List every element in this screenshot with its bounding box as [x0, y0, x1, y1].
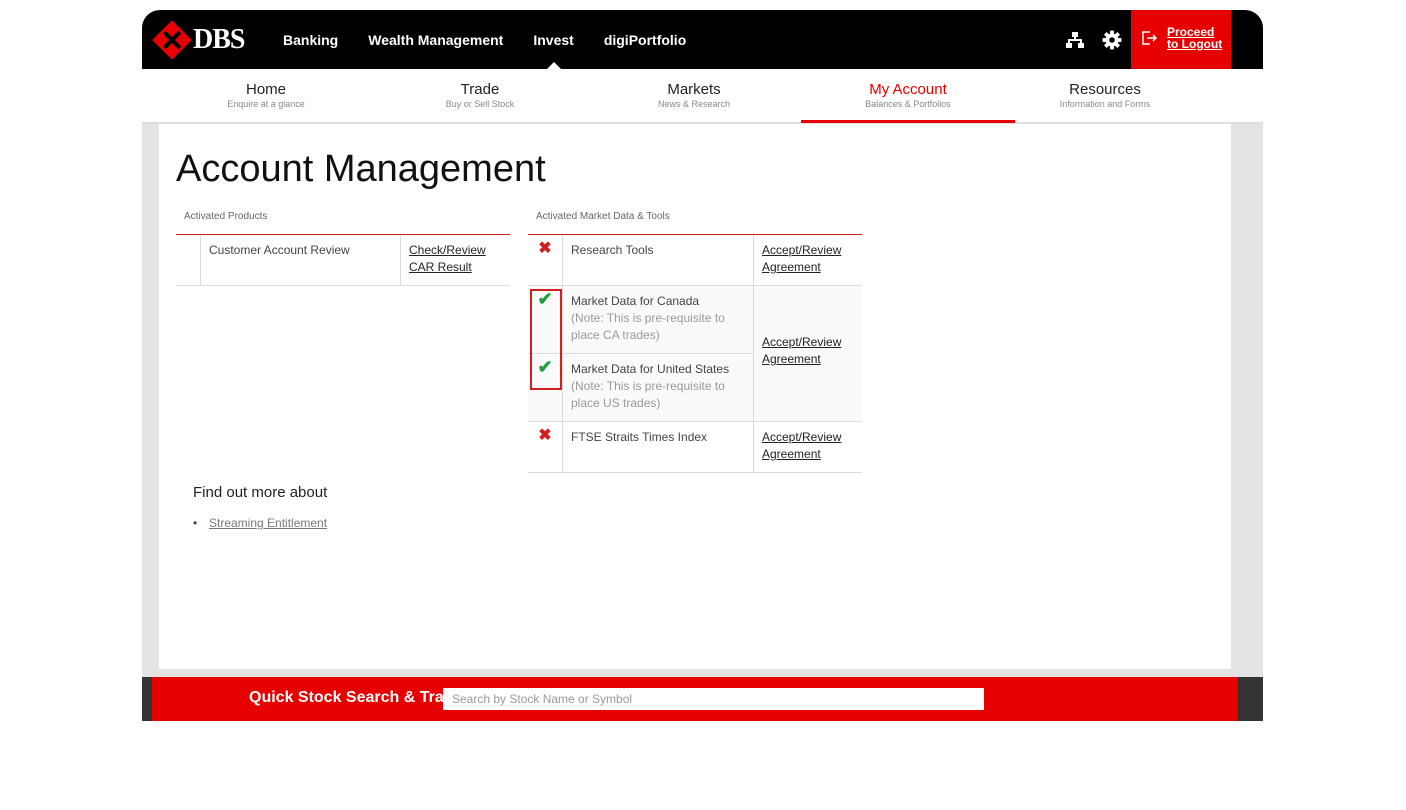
top-bar: DBS Banking Wealth Management Invest dig… [142, 10, 1263, 69]
gear-icon[interactable] [1101, 29, 1123, 51]
highlight-box [530, 289, 562, 390]
market-name: Research Tools [562, 235, 753, 285]
tab-my-account-title: My Account [869, 81, 947, 98]
tab-my-account-sub: Balances & Portfolios [865, 99, 951, 109]
action-cell: Accept/Review Agreement [753, 422, 862, 472]
market-note: (Note: This is pre-requisite to place US… [571, 379, 725, 410]
activated-products-table: Customer Account Review Check/Review CAR… [176, 234, 510, 286]
table-row-group: ✔ Market Data for Canada (Note: This is … [528, 286, 862, 422]
tab-markets-title: Markets [667, 81, 721, 98]
tab-resources[interactable]: Resources Information and Forms [1015, 69, 1195, 123]
table-row: ✖ FTSE Straits Times Index Accept/Review… [528, 422, 862, 473]
top-nav: Banking Wealth Management Invest digiPor… [283, 10, 716, 69]
quick-search-bar: Quick Stock Search & Trade [152, 677, 1238, 721]
status-cell: ✖ [528, 422, 562, 472]
tab-markets-sub: News & Research [657, 99, 731, 109]
market-data-table: ✖ Research Tools Accept/Review Agreement… [528, 234, 862, 473]
main-content: Account Management Activated Products Cu… [159, 124, 1231, 669]
logout-icon [1142, 31, 1157, 45]
market-name: Market Data for Canada [571, 294, 700, 308]
tab-resources-title: Resources [1069, 81, 1141, 98]
status-cell: ✖ [528, 235, 562, 285]
nav-invest[interactable]: Invest [533, 10, 574, 69]
product-action-cell: Check/Review CAR Result [400, 235, 510, 285]
find-out-list-item: • Streaming Entitlement [193, 516, 327, 530]
streaming-entitlement-link[interactable]: Streaming Entitlement [209, 516, 327, 530]
logo-text: DBS [193, 24, 245, 55]
dbs-logo[interactable]: DBS [152, 20, 245, 60]
logout-label: Proceed to Logout [1167, 25, 1223, 51]
sitemap-icon[interactable] [1064, 29, 1086, 51]
nav-wealth-management[interactable]: Wealth Management [368, 10, 503, 69]
tab-trade-title: Trade [460, 81, 500, 98]
nav-banking[interactable]: Banking [283, 10, 338, 69]
table-row: Customer Account Review Check/Review CAR… [176, 235, 510, 286]
bullet-icon: • [193, 516, 198, 530]
tab-trade[interactable]: Trade Buy or Sell Stock [373, 69, 587, 123]
market-name: Market Data for United States [571, 362, 730, 376]
check-review-car-link[interactable]: Check/Review CAR Result [409, 243, 486, 274]
accept-review-agreement-link[interactable]: Accept/Review Agreement [762, 430, 841, 461]
action-cell: Accept/Review Agreement [753, 286, 862, 421]
accept-review-agreement-link[interactable]: Accept/Review Agreement [762, 335, 841, 366]
tab-my-account[interactable]: My Account Balances & Portfolios [801, 69, 1015, 123]
tab-home-title: Home [245, 81, 286, 98]
x-icon: ✖ [538, 240, 552, 257]
x-icon: ✖ [538, 427, 552, 444]
stock-search-input[interactable] [443, 688, 984, 710]
logout-button[interactable]: Proceed to Logout [1131, 10, 1231, 69]
action-cell: Accept/Review Agreement [753, 235, 862, 285]
tab-trade-sub: Buy or Sell Stock [445, 99, 515, 109]
market-name: FTSE Straits Times Index [562, 422, 753, 472]
activated-products-label: Activated Products [184, 211, 268, 222]
tab-markets[interactable]: Markets News & Research [587, 69, 801, 123]
market-name-cell: Market Data for United States (Note: Thi… [562, 354, 753, 422]
accept-review-agreement-link[interactable]: Accept/Review Agreement [762, 243, 841, 274]
tab-home-sub: Enquire at a glance [227, 99, 305, 109]
dbs-logo-mark [152, 20, 192, 60]
secondary-nav: Home Enquire at a glance Trade Buy or Se… [142, 69, 1263, 123]
browser-frame: DBS Banking Wealth Management Invest dig… [142, 10, 1263, 721]
product-name: Customer Account Review [200, 235, 400, 285]
market-data-label: Activated Market Data & Tools [536, 211, 670, 222]
quick-search-title: Quick Stock Search & Trade [249, 689, 463, 706]
market-note: (Note: This is pre-requisite to place CA… [571, 311, 725, 342]
market-name-cell: Market Data for Canada (Note: This is pr… [562, 286, 753, 353]
tab-resources-sub: Information and Forms [1059, 99, 1151, 109]
find-out-title: Find out more about [193, 484, 328, 501]
tab-home[interactable]: Home Enquire at a glance [159, 69, 373, 123]
quick-search-bar-wrapper: Quick Stock Search & Trade [142, 677, 1263, 721]
page-title: Account Management [176, 148, 546, 190]
table-row: ✖ Research Tools Accept/Review Agreement [528, 235, 862, 286]
nav-digiportfolio[interactable]: digiPortfolio [604, 10, 686, 69]
